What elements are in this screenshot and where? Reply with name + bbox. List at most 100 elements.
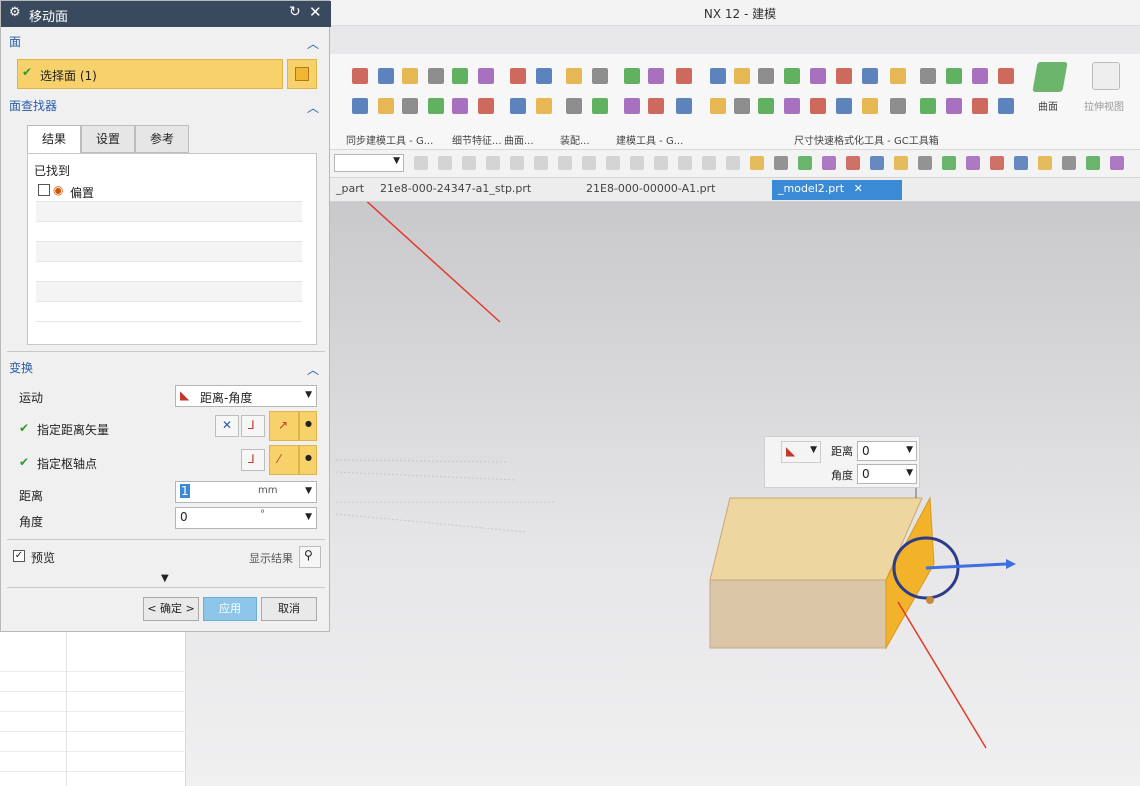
snap-tool-icon[interactable] [486, 156, 500, 170]
ribbon-tool-icon[interactable] [890, 68, 906, 84]
ribbon-tool-icon[interactable] [536, 98, 552, 114]
snap-tool-icon[interactable] [510, 156, 524, 170]
ribbon-tool-icon[interactable] [758, 98, 774, 114]
list-item[interactable] [36, 282, 302, 302]
snap-tool-icon[interactable] [1110, 156, 1124, 170]
ribbon-tool-icon[interactable] [920, 98, 936, 114]
ribbon-tool-icon[interactable] [676, 68, 692, 84]
snap-tool-icon[interactable] [750, 156, 764, 170]
motion-type-dropdown[interactable]: ◣ ▼ [781, 441, 821, 463]
pivot-point-handle[interactable] [926, 596, 934, 604]
reverse-direction-icon[interactable]: ✕ [215, 415, 239, 437]
collapse-icon[interactable]: ︿ [307, 99, 319, 116]
ribbon-tool-icon[interactable] [592, 98, 608, 114]
ribbon-tool-icon[interactable] [946, 98, 962, 114]
ribbon-tool-icon[interactable] [566, 98, 582, 114]
snap-tool-icon[interactable] [918, 156, 932, 170]
ribbon-tool-icon[interactable] [784, 98, 800, 114]
select-face-row[interactable]: ✔ 选择面 (1) [17, 59, 283, 89]
snap-tool-icon[interactable] [774, 156, 788, 170]
list-item[interactable] [36, 262, 302, 282]
ribbon-tool-icon[interactable] [452, 98, 468, 114]
snap-tool-icon[interactable] [582, 156, 596, 170]
snap-tool-icon[interactable] [846, 156, 860, 170]
ribbon-tool-icon[interactable] [972, 98, 988, 114]
ribbon-tool-icon[interactable] [998, 98, 1014, 114]
snap-tool-icon[interactable] [558, 156, 572, 170]
close-icon[interactable]: ✕ [309, 3, 322, 21]
ribbon-tool-icon[interactable] [676, 98, 692, 114]
snap-tool-icon[interactable] [534, 156, 548, 170]
ribbon-tool-icon[interactable] [648, 98, 664, 114]
vector-dropdown-icon[interactable]: ● [299, 411, 317, 441]
ribbon-tool-icon[interactable] [734, 98, 750, 114]
ribbon-tool-icon[interactable] [710, 98, 726, 114]
tab-settings[interactable]: 设置 [81, 125, 135, 153]
ribbon-tool-icon[interactable] [478, 98, 494, 114]
face-finder-header[interactable]: 面查找器 ︿ [9, 97, 325, 119]
ribbon-group-assembly[interactable]: 装配... [560, 132, 590, 147]
surface-icon[interactable] [1032, 62, 1068, 92]
block-top-face[interactable] [709, 497, 923, 581]
float-angle-field[interactable]: 0 ▼ [857, 464, 917, 484]
ribbon-tool-icon[interactable] [402, 68, 418, 84]
ribbon-tool-icon[interactable] [624, 68, 640, 84]
close-icon[interactable]: ✕ [854, 182, 863, 195]
tab-results[interactable]: 结果 [27, 125, 81, 153]
snap-tool-icon[interactable] [870, 156, 884, 170]
snap-tool-icon[interactable] [966, 156, 980, 170]
inferred-vector-icon[interactable]: ↗ [269, 411, 299, 441]
ribbon-tool-icon[interactable] [624, 98, 640, 114]
face-select-cube-icon[interactable] [287, 59, 317, 89]
list-item[interactable] [0, 712, 186, 732]
ribbon-tool-icon[interactable] [352, 98, 368, 114]
ribbon-label-stretch-view[interactable]: 拉伸视图 [1084, 98, 1124, 113]
ribbon-tool-icon[interactable] [810, 68, 826, 84]
ribbon-group-sync-modeling[interactable]: 同步建模工具 - G... [346, 132, 433, 147]
snap-tool-icon[interactable] [438, 156, 452, 170]
angle-field[interactable]: 0 ° ▼ [175, 507, 317, 529]
point-dialog-icon[interactable]: ⅃ [241, 449, 265, 471]
ribbon-tool-icon[interactable] [352, 68, 368, 84]
ribbon-tool-icon[interactable] [710, 68, 726, 84]
doc-tab-a1[interactable]: 21E8-000-00000-A1.prt [580, 180, 721, 200]
inferred-point-icon[interactable]: ⁄ [269, 445, 299, 475]
ribbon-tool-icon[interactable] [478, 68, 494, 84]
cancel-button[interactable]: 取消 [261, 597, 317, 621]
ribbon-tool-icon[interactable] [378, 98, 394, 114]
snap-tool-icon[interactable] [990, 156, 1004, 170]
expand-icon[interactable]: ▼ [161, 573, 169, 584]
point-dropdown-icon[interactable]: ● [299, 445, 317, 475]
ribbon-tool-icon[interactable] [920, 68, 936, 84]
apply-button[interactable]: 应用 [203, 597, 257, 621]
ribbon-tool-icon[interactable] [452, 68, 468, 84]
collapse-icon[interactable]: ︿ [307, 35, 319, 52]
ribbon-tool-icon[interactable] [402, 98, 418, 114]
float-distance-field[interactable]: 0 ▼ [857, 441, 917, 461]
ribbon-tool-icon[interactable] [566, 68, 582, 84]
vector-dialog-icon[interactable]: ⅃ [241, 415, 265, 437]
list-item[interactable] [36, 222, 302, 242]
snap-tool-icon[interactable] [678, 156, 692, 170]
doc-tab-part[interactable]: _part [330, 180, 370, 200]
ribbon-tool-icon[interactable] [998, 68, 1014, 84]
ribbon-tool-icon[interactable] [784, 68, 800, 84]
ribbon-tool-icon[interactable] [536, 68, 552, 84]
ribbon-tool-icon[interactable] [890, 98, 906, 114]
checkbox[interactable] [38, 184, 50, 196]
list-item[interactable] [36, 302, 302, 322]
ribbon-label-surface[interactable]: 曲面 [1038, 98, 1058, 113]
ok-button[interactable]: < 确定 > [143, 597, 199, 621]
distance-vector-handle[interactable] [925, 562, 1007, 570]
snap-tool-icon[interactable] [894, 156, 908, 170]
ribbon-group-modeling-tools[interactable]: 建模工具 - G... [616, 132, 683, 147]
list-item[interactable] [36, 202, 302, 222]
snap-tool-icon[interactable] [1086, 156, 1100, 170]
ribbon-tool-icon[interactable] [734, 68, 750, 84]
ribbon-group-surface[interactable]: 曲面... [504, 132, 534, 147]
snap-tool-icon[interactable] [654, 156, 668, 170]
list-item[interactable]: ◉ 偏置 [36, 182, 302, 202]
ribbon-tool-icon[interactable] [810, 98, 826, 114]
gear-icon[interactable]: ⚙ [9, 5, 21, 20]
snap-tool-icon[interactable] [462, 156, 476, 170]
